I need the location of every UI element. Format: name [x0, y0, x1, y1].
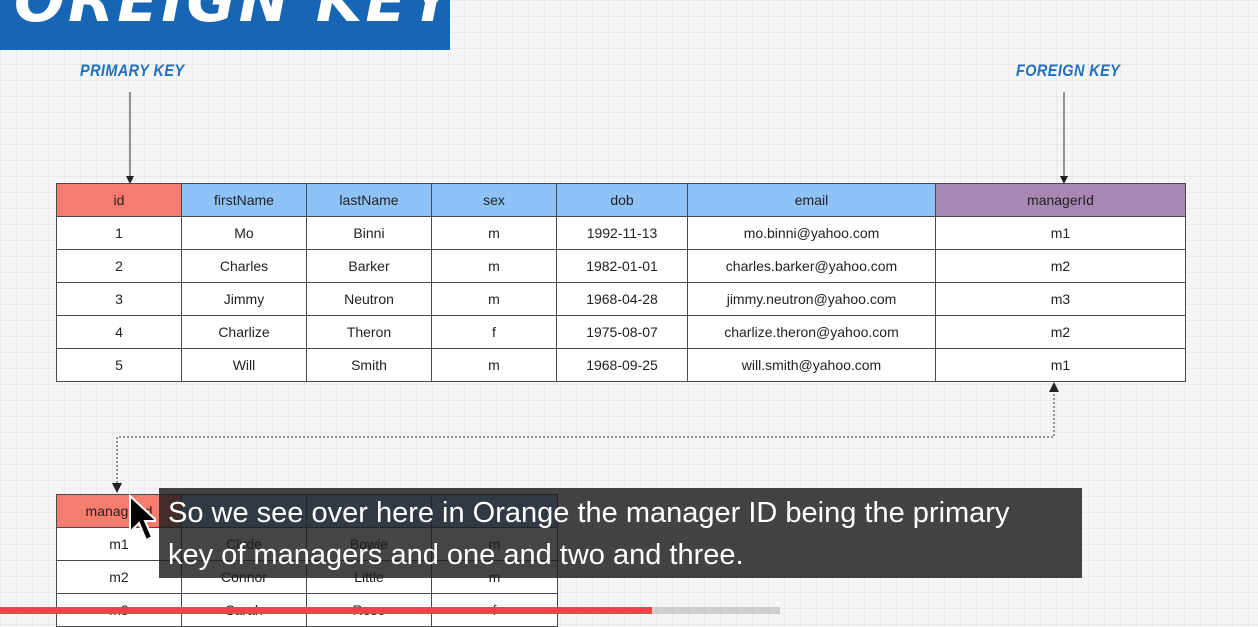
video-progress-fill	[0, 607, 653, 614]
col-header-sex: sex	[431, 183, 557, 217]
table-cell: jimmy.neutron@yahoo.com	[687, 282, 936, 316]
table-cell: Neutron	[306, 282, 432, 316]
table-cell: m	[431, 249, 557, 283]
table-cell: 1968-09-25	[556, 348, 688, 382]
table-cell: m	[431, 348, 557, 382]
table-cell: m1	[935, 216, 1186, 250]
employees-table: id firstName lastName sex dob email mana…	[56, 183, 1186, 382]
table-cell: m2	[935, 249, 1186, 283]
table-row: 5 Will Smith m 1968-09-25 will.smith@yahoo.co…	[56, 348, 1186, 382]
table-cell: Mo	[181, 216, 307, 250]
table-cell: Theron	[306, 315, 432, 349]
table-cell: charlize.theron@yahoo.com	[687, 315, 936, 349]
table-cell: 1975-08-07	[556, 315, 688, 349]
table-cell: mo.binni@yahoo.com	[687, 216, 936, 250]
table-row: 2 Charles Barker m 1982-01-01 charles.barker@…	[56, 249, 1186, 283]
table-cell: Barker	[306, 249, 432, 283]
caption-line-2: key of managers and one and two and thre…	[168, 539, 744, 571]
col-header-email: email	[687, 183, 936, 217]
relationship-arrowhead-up	[1049, 382, 1059, 392]
table-cell: Jimmy	[181, 282, 307, 316]
table-cell: m2	[935, 315, 1186, 349]
table-cell: 1968-04-28	[556, 282, 688, 316]
table-cell: Smith	[306, 348, 432, 382]
relationship-dotted-line	[116, 386, 1055, 487]
table-row: 4 Charlize Theron f 1975-08-07 charlize.thero…	[56, 315, 1186, 349]
table-cell: m	[431, 216, 557, 250]
caption-line-1: So we see over here in Orange the manage…	[168, 497, 1010, 529]
table-row: 1 Mo Binni m 1992-11-13 mo.binni@yahoo.com m1	[56, 216, 1186, 250]
table-cell: m1	[935, 348, 1186, 382]
video-progress-bar[interactable]	[0, 607, 780, 614]
table-cell: Charlize	[181, 315, 307, 349]
table-cell: charles.barker@yahoo.com	[687, 249, 936, 283]
table-row: 3 Jimmy Neutron m 1968-04-28 jimmy.neutron@ya…	[56, 282, 1186, 316]
video-caption: So we see over here in Orange the manage…	[159, 488, 1082, 578]
employees-header-row: id firstName lastName sex dob email mana…	[56, 183, 1186, 217]
col-header-firstname: firstName	[181, 183, 307, 217]
table-cell: f	[431, 315, 557, 349]
table-cell: 2	[56, 249, 182, 283]
table-cell: m	[431, 282, 557, 316]
table-cell: will.smith@yahoo.com	[687, 348, 936, 382]
mouse-cursor-icon	[129, 494, 156, 542]
col-header-dob: dob	[556, 183, 688, 217]
table-cell: 1982-01-01	[556, 249, 688, 283]
table-cell: Binni	[306, 216, 432, 250]
col-header-managerid: managerId	[935, 183, 1186, 217]
table-cell: Will	[181, 348, 307, 382]
col-header-lastname: lastName	[306, 183, 432, 217]
table-cell: 1	[56, 216, 182, 250]
table-cell: 5	[56, 348, 182, 382]
col-header-id: id	[56, 183, 182, 217]
table-cell: m3	[935, 282, 1186, 316]
table-cell: 1992-11-13	[556, 216, 688, 250]
table-cell: 4	[56, 315, 182, 349]
table-cell: 3	[56, 282, 182, 316]
table-cell: Charles	[181, 249, 307, 283]
relationship-arrowhead-down	[112, 483, 122, 493]
